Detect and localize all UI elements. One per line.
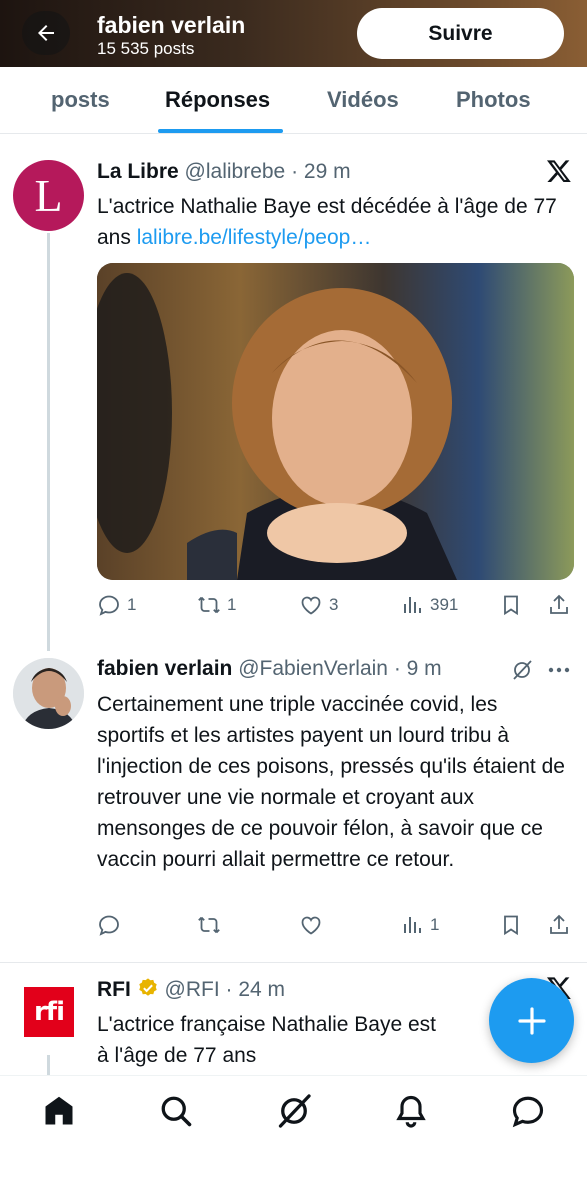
- bookmark-icon: [504, 915, 518, 936]
- share-icon: [550, 914, 568, 934]
- avatar-fabien[interactable]: [13, 658, 84, 729]
- back-arrow-icon: [38, 25, 54, 41]
- follow-button[interactable]: Suivre: [357, 8, 564, 59]
- tweet-time: · 24 m: [225, 978, 286, 1001]
- reply-button[interactable]: 1: [97, 593, 136, 617]
- views-icon: [404, 597, 421, 613]
- messages-icon[interactable]: [510, 1093, 546, 1129]
- share-button[interactable]: [547, 913, 571, 937]
- views-icon: [404, 917, 421, 933]
- grok-icon[interactable]: [276, 1093, 312, 1129]
- tab-photos[interactable]: Photos: [456, 87, 531, 113]
- active-tab-indicator: [158, 129, 283, 133]
- bottom-navigation: [0, 1075, 587, 1200]
- avatar-rfi[interactable]: rfi: [24, 987, 74, 1037]
- like-button[interactable]: [299, 913, 323, 937]
- tweet-time: · 9 m: [393, 657, 442, 680]
- tweet-header: fabien verlain @FabienVerlain · 9 m: [97, 657, 442, 681]
- compose-button[interactable]: [489, 978, 574, 1063]
- search-icon[interactable]: [158, 1093, 194, 1129]
- verified-badge-icon: [138, 978, 157, 996]
- share-icon: [550, 594, 568, 614]
- repost-button[interactable]: 1: [197, 593, 236, 617]
- author-name[interactable]: RFI: [97, 978, 131, 1001]
- author-handle[interactable]: @lalibrebe: [185, 160, 286, 183]
- home-icon[interactable]: [41, 1093, 77, 1129]
- tweet-time: · 29 m: [291, 160, 351, 183]
- views-button[interactable]: 1: [400, 913, 439, 937]
- author-name[interactable]: fabien verlain: [97, 657, 232, 680]
- tweet-media-photo[interactable]: [97, 263, 574, 580]
- share-button[interactable]: [547, 593, 571, 617]
- tweet-header: La Libre @lalibrebe · 29 m: [97, 160, 351, 184]
- tweet-text: L'actrice Nathalie Baye est décédée à l'…: [97, 195, 557, 249]
- x-logo-icon: [546, 160, 571, 183]
- tweet-actions: 1: [97, 913, 572, 943]
- profile-tabs: posts Réponses Vidéos Photos: [0, 67, 587, 134]
- author-handle[interactable]: @FabienVerlain: [238, 657, 388, 680]
- grok-icon[interactable]: [510, 658, 534, 682]
- tweet-header: RFI @RFI · 24 m: [97, 977, 285, 1002]
- like-icon: [301, 596, 321, 615]
- profile-header: fabien verlain 15 535 posts Suivre: [0, 0, 587, 67]
- tweet-text: L'actrice française Nathalie Baye est: [97, 1013, 437, 1036]
- bookmark-button[interactable]: [499, 593, 523, 617]
- author-handle[interactable]: @RFI: [165, 978, 220, 1001]
- tweet-actions: 1 1 3 391: [97, 593, 572, 623]
- notifications-icon[interactable]: [393, 1093, 429, 1129]
- tab-replies[interactable]: Réponses: [165, 87, 270, 113]
- like-icon: [301, 916, 321, 935]
- reply-icon: [99, 595, 119, 616]
- profile-name: fabien verlain: [97, 12, 246, 38]
- author-name[interactable]: La Libre: [97, 160, 179, 183]
- tweet-link[interactable]: lalibre.be/lifestyle/peop…: [137, 226, 372, 249]
- tab-posts[interactable]: posts: [51, 87, 110, 113]
- like-button[interactable]: 3: [299, 593, 338, 617]
- more-icon[interactable]: [547, 665, 571, 675]
- reply-button[interactable]: [97, 913, 121, 937]
- tweet-text: Certainement une triple vaccinée covid, …: [97, 693, 565, 871]
- tab-videos[interactable]: Vidéos: [327, 87, 399, 113]
- tweet-divider: [0, 962, 587, 963]
- post-count: 15 535 posts: [97, 39, 195, 58]
- avatar-lalibre[interactable]: L: [13, 160, 84, 231]
- thread-line: [47, 233, 50, 651]
- repost-icon: [198, 596, 220, 614]
- compose-icon: [517, 1006, 546, 1035]
- repost-button[interactable]: [197, 913, 221, 937]
- views-button[interactable]: 391: [400, 593, 458, 617]
- thread-line: [47, 1055, 50, 1075]
- bookmark-button[interactable]: [499, 913, 523, 937]
- tweet-text-line2: à l'âge de 77 ans: [97, 1044, 257, 1067]
- photo-portrait: [97, 263, 574, 580]
- bookmark-icon: [504, 595, 518, 616]
- back-button[interactable]: [22, 11, 70, 55]
- repost-icon: [198, 916, 220, 934]
- reply-icon: [99, 915, 119, 936]
- avatar-photo: [13, 658, 84, 729]
